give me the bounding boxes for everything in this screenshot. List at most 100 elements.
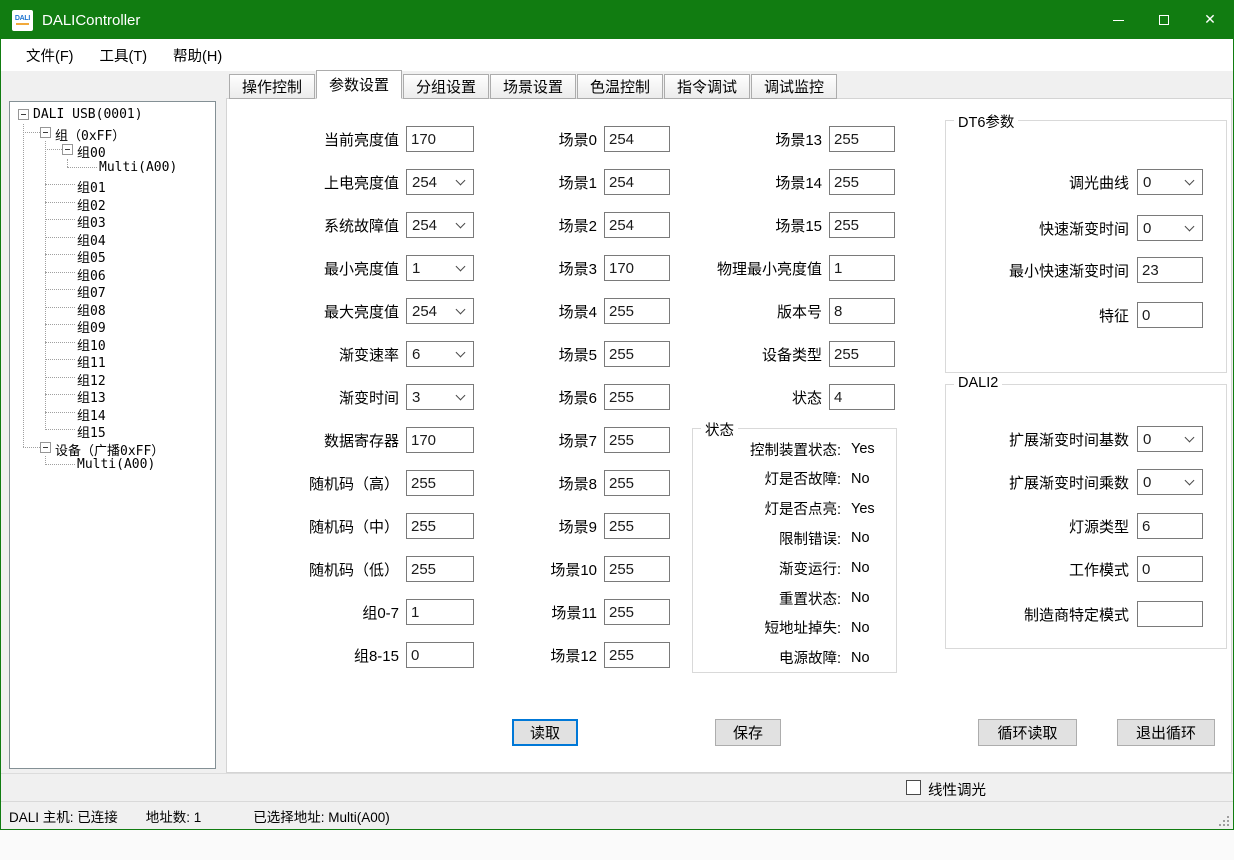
resize-grip[interactable] [1227,824,1229,826]
param-input[interactable] [604,169,670,195]
tree-item[interactable]: 组14 [10,404,215,422]
tree-item[interactable]: 组04 [10,229,215,247]
tab-grouping-settings[interactable]: 分组设置 [403,74,489,99]
param-input[interactable] [604,556,670,582]
tabstrip: 操作控制参数设置分组设置场景设置色温控制指令调试调试监控 [229,70,838,99]
tree-item[interactable]: 组01 [10,176,215,194]
tree-item[interactable]: 组06 [10,264,215,282]
linear-dimming-checkbox[interactable] [906,780,921,795]
param-input[interactable] [604,599,670,625]
tree-item[interactable]: DALI USB(0001) [10,106,215,124]
param-input[interactable] [829,341,895,367]
tab-operation-control[interactable]: 操作控制 [229,74,315,99]
param-select[interactable]: 0 [1137,469,1203,495]
menu-file[interactable]: 文件(F) [13,40,87,71]
tree-item[interactable]: 组09 [10,316,215,334]
tree-item[interactable]: 组08 [10,299,215,317]
param-input[interactable] [604,212,670,238]
param-input[interactable] [604,427,670,453]
param-select[interactable]: 0 [1137,169,1203,195]
param-input[interactable] [604,470,670,496]
exit-loop-button[interactable]: 退出循环 [1117,719,1215,746]
param-input[interactable] [1137,513,1203,539]
param-input[interactable] [604,341,670,367]
param-select[interactable]: 0 [1137,426,1203,452]
tab-parameter-settings[interactable]: 参数设置 [316,70,402,99]
param-row: 最小快速渐变时间 [946,257,1226,283]
param-input[interactable] [1137,257,1203,283]
param-input[interactable] [604,255,670,281]
param-row: 制造商特定模式 [946,601,1226,627]
param-input[interactable] [604,126,670,152]
tree-item-label: Multi(A00) [99,160,177,175]
tree-item[interactable]: 组15 [10,421,215,439]
tree-expander-icon[interactable] [40,127,51,138]
tree-item[interactable]: 组02 [10,194,215,212]
param-input[interactable] [1137,302,1203,328]
param-row: 场景6 [457,384,670,410]
param-input[interactable] [829,212,895,238]
tree-item[interactable]: 组13 [10,386,215,404]
tab-color-temp-control[interactable]: 色温控制 [577,74,663,99]
param-input[interactable] [604,642,670,668]
tree-item[interactable]: Multi(A00) [10,456,215,474]
tree-expander-icon[interactable] [18,109,29,120]
maximize-button[interactable] [1141,1,1187,39]
close-button[interactable]: ✕ [1187,1,1233,39]
tree-item[interactable]: 组03 [10,211,215,229]
tree-connector [67,167,97,168]
tree-item[interactable]: 组12 [10,369,215,387]
tree-expander-icon[interactable] [40,442,51,453]
param-input[interactable] [604,384,670,410]
param-input[interactable] [829,126,895,152]
read-button[interactable]: 读取 [512,719,578,746]
tree-connector [45,184,75,185]
tab-command-debug[interactable]: 指令调试 [664,74,750,99]
linear-dimming-label: 线性调光 [928,779,986,800]
tree-item[interactable]: 组10 [10,334,215,352]
tree-item[interactable]: 设备（广播0xFF） [10,439,215,457]
tree-item[interactable]: 组07 [10,281,215,299]
param-row: 上电亮度值254 [231,169,474,195]
status-row-label: 灯是否故障: [693,468,841,489]
param-row: 随机码（高） [231,470,474,496]
save-button[interactable]: 保存 [715,719,781,746]
param-label: 场景15 [667,215,822,236]
menu-tools[interactable]: 工具(T) [87,40,161,71]
tree-item[interactable]: Multi(A00) [10,159,215,177]
window-title: DALIController [42,12,140,29]
param-input[interactable] [829,384,895,410]
param-input[interactable] [829,169,895,195]
tab-debug-monitor[interactable]: 调试监控 [751,74,837,99]
tree-connector [45,412,75,413]
param-row: 渐变时间3 [231,384,474,410]
param-input[interactable] [829,298,895,324]
status-group-title: 状态 [701,419,738,440]
param-input[interactable] [604,513,670,539]
tree-expander-icon[interactable] [62,144,73,155]
param-input[interactable] [1137,601,1203,627]
tree-item[interactable]: 组（0xFF） [10,124,215,142]
menu-help[interactable]: 帮助(H) [160,40,235,71]
param-label: 上电亮度值 [231,172,399,193]
tree-item[interactable]: 组11 [10,351,215,369]
minimize-button[interactable] [1095,1,1141,39]
param-label: 渐变速率 [231,344,399,365]
param-input[interactable] [1137,556,1203,582]
maximize-icon [1159,15,1169,25]
param-row: 场景11 [457,599,670,625]
loop-read-button[interactable]: 循环读取 [978,719,1077,746]
status-row: 重置状态:No [693,588,870,608]
param-select-value: 0 [1143,474,1151,491]
tree-guide-line [45,141,46,430]
tab-scene-settings[interactable]: 场景设置 [490,74,576,99]
param-input[interactable] [604,298,670,324]
param-select-value: 6 [412,346,420,363]
dt6-group-title: DT6参数 [954,111,1018,132]
tree-item[interactable]: 组00 [10,141,215,159]
tree-item[interactable]: 组05 [10,246,215,264]
param-select[interactable]: 0 [1137,215,1203,241]
param-label: 最小快速渐变时间 [946,260,1129,281]
param-row: 扩展渐变时间基数0 [946,426,1226,452]
param-input[interactable] [829,255,895,281]
